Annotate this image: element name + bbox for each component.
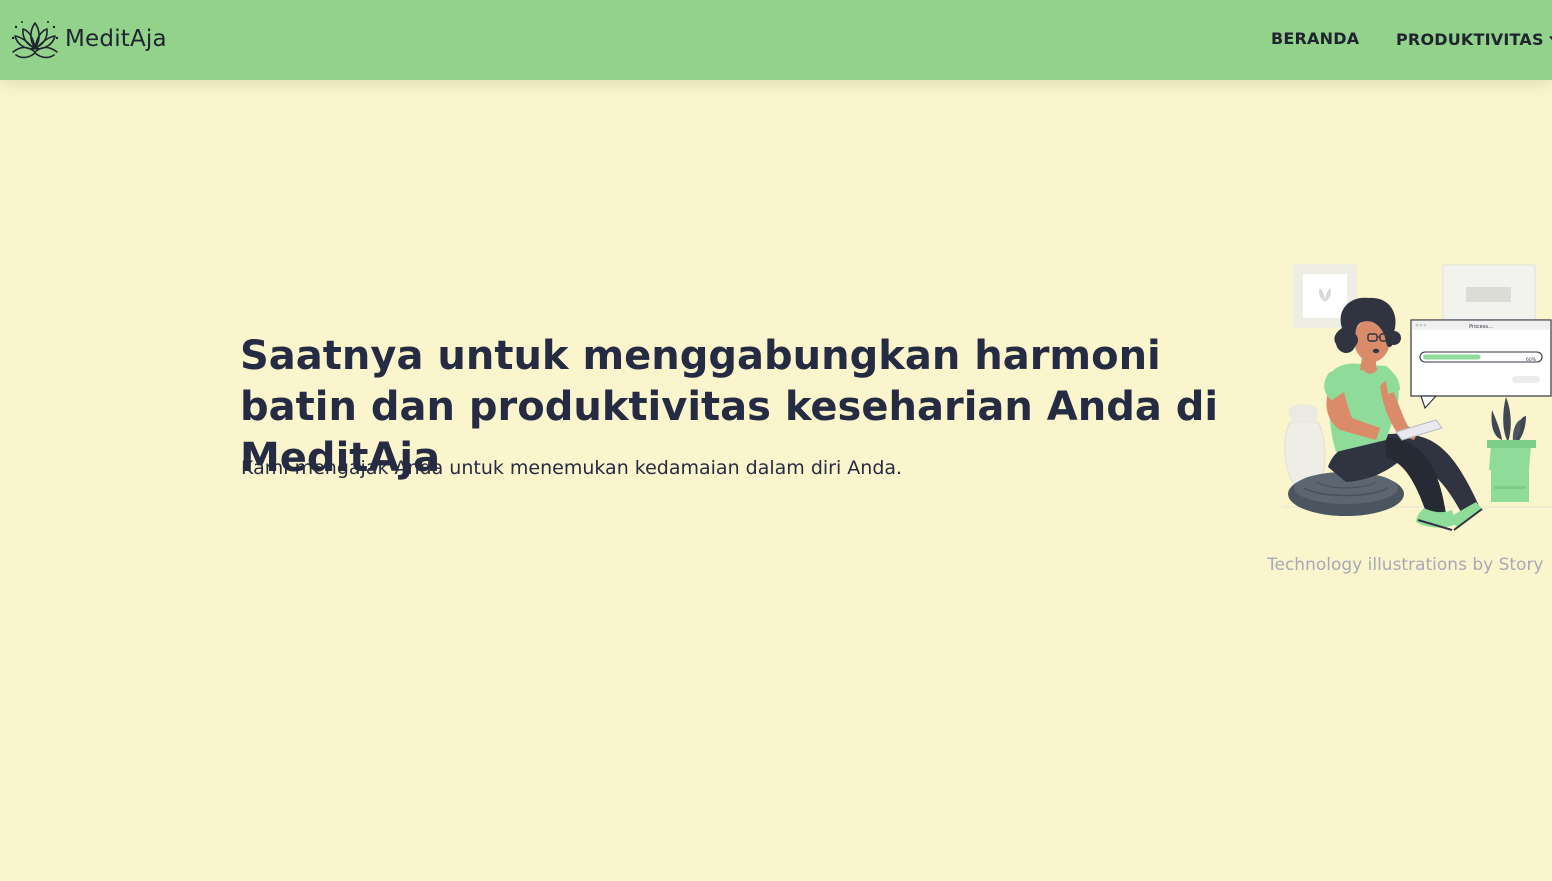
brand-link[interactable]: MeditAja xyxy=(9,18,167,60)
progress-bar-fill xyxy=(1423,354,1481,360)
brand-name: MeditAja xyxy=(65,26,167,52)
hero-subtitle: Kami mengajak Anda untuk menemukan kedam… xyxy=(241,457,903,479)
illustration-credit-link[interactable]: Technology illustrations by Story xyxy=(1267,555,1552,575)
nav-dropdown-produktivitas[interactable]: PRODUKTIVITAS xyxy=(1396,30,1552,49)
meditation-illustration: Process... 60% xyxy=(1282,264,1552,531)
nav-link-beranda[interactable]: BERANDA xyxy=(1271,29,1359,48)
process-window-title: Process... xyxy=(1469,324,1493,330)
navbar: MeditAja BERANDA PRODUKTIVITAS xyxy=(0,0,1552,80)
nav-dropdown-produktivitas-label: PRODUKTIVITAS xyxy=(1396,30,1544,49)
lotus-icon xyxy=(11,21,59,59)
progress-percent-label: 60% xyxy=(1526,357,1537,363)
